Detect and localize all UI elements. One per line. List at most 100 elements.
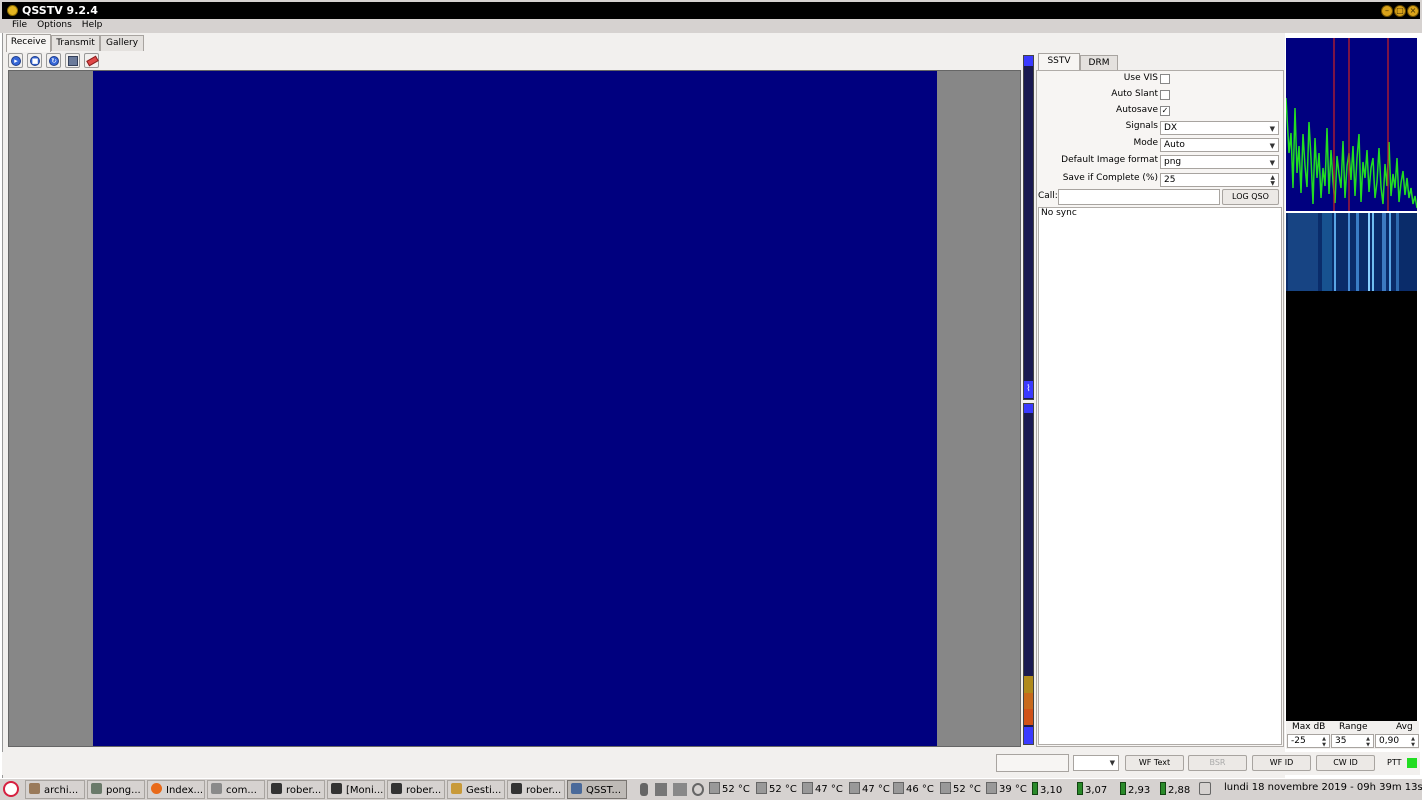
use-vis-checkbox[interactable] (1160, 74, 1170, 84)
menu-help[interactable]: Help (77, 19, 108, 31)
erase-button[interactable] (84, 53, 99, 68)
menu-file[interactable]: File (7, 19, 32, 31)
log-qso-button[interactable]: LOG QSO (1222, 189, 1279, 205)
cpu-load-icon (1032, 782, 1038, 795)
mode-select[interactable]: Auto ▼ (1160, 138, 1279, 152)
wf-id-button[interactable]: WF ID (1252, 755, 1311, 771)
spectrum-trace (1286, 97, 1417, 209)
cpu-load-icon (1120, 782, 1126, 795)
auto-slant-checkbox[interactable] (1160, 90, 1170, 100)
spin-arrows-icon[interactable]: ▲ ▼ (1270, 175, 1275, 187)
task-item[interactable]: com... (207, 780, 265, 799)
task-item[interactable]: pong... (87, 780, 145, 799)
waterfall-display[interactable] (1286, 213, 1417, 291)
close-icon[interactable]: × (1407, 5, 1419, 17)
sensor-value: 47 °C (815, 784, 843, 795)
spin-arrows-icon[interactable]: ▲ ▼ (1411, 736, 1415, 748)
maximize-icon[interactable]: □ (1394, 5, 1406, 17)
save-complete-value: 25 (1164, 175, 1176, 185)
save-icon (68, 56, 78, 66)
ptt-label: PTT (1387, 758, 1402, 767)
sensor-item: 39 °C (986, 782, 1027, 795)
task-item[interactable]: Gesti... (447, 780, 505, 799)
vu-bottom-cap (1024, 404, 1033, 413)
cpu-item: 3,07 (1077, 782, 1107, 796)
microphone-icon[interactable] (640, 783, 648, 796)
tab-sstv[interactable]: SSTV (1038, 53, 1080, 71)
mode-value: Auto (1164, 140, 1185, 150)
save-complete-spinbox[interactable]: 25 ▲ ▼ (1160, 173, 1279, 187)
stop-button[interactable]: ■ (27, 53, 42, 68)
start-menu-icon[interactable] (3, 781, 19, 797)
sstv-settings: Use VIS Auto Slant Autosave ✓ Signals DX… (1036, 70, 1284, 747)
range-spinbox[interactable]: 35 ▲ ▼ (1331, 734, 1374, 748)
spectrum-panel: Max dB Range Avg -25 ▲ ▼ 35 ▲ ▼ 0,90 ▲ ▼ (1285, 33, 1421, 778)
resync-button[interactable]: ↻ (46, 53, 61, 68)
save-button[interactable] (65, 53, 80, 68)
cpu-value: 2,93 (1128, 785, 1151, 796)
tab-receive[interactable]: Receive (6, 34, 51, 52)
signals-value: DX (1164, 123, 1178, 133)
avg-label: Avg (1396, 722, 1413, 732)
waterfall-streaks (1286, 213, 1417, 291)
task-item[interactable]: [Moni... (327, 780, 385, 799)
task-label: rober... (406, 785, 442, 796)
menu-options[interactable]: Options (32, 19, 77, 31)
tab-gallery[interactable]: Gallery (100, 35, 144, 51)
image-canvas[interactable] (8, 70, 1021, 747)
max-db-spinbox[interactable]: -25 ▲ ▼ (1287, 734, 1330, 748)
task-item[interactable]: archi... (25, 780, 85, 799)
speaker-icon[interactable] (655, 783, 667, 796)
avg-spinbox[interactable]: 0,90 ▲ ▼ (1375, 734, 1419, 748)
tab-drm[interactable]: DRM (1080, 55, 1118, 70)
taskbar: archi... pong... Index... com... rober..… (0, 778, 1422, 800)
thermometer-icon (986, 782, 997, 794)
thermometer-icon (893, 782, 904, 794)
terminal-icon (211, 783, 222, 794)
max-db-label: Max dB (1292, 722, 1326, 732)
call-input[interactable] (1058, 189, 1220, 205)
wf-text-select[interactable]: ▼ (1073, 755, 1119, 771)
sync-slider-handle[interactable]: ⌇ (1024, 381, 1033, 398)
task-item[interactable]: rober... (267, 780, 325, 799)
qsstv-icon (571, 783, 582, 794)
volume-slider-handle[interactable] (1024, 727, 1033, 744)
spectrum-plot[interactable] (1286, 38, 1417, 211)
vu-level-orange (1024, 693, 1033, 709)
folder-icon (29, 783, 40, 794)
minimize-icon[interactable]: – (1381, 5, 1393, 17)
task-label: Gesti... (466, 785, 502, 796)
settings-icon[interactable] (1199, 782, 1211, 795)
bsr-button[interactable]: BSR (1188, 755, 1247, 771)
task-item[interactable]: Index... (147, 780, 205, 799)
thermometer-icon (802, 782, 813, 794)
clock[interactable]: lundi 18 novembre 2019 - 09h 39m 13s (1224, 782, 1422, 793)
sensor-value: 52 °C (769, 784, 797, 795)
tab-transmit[interactable]: Transmit (51, 35, 100, 51)
signals-select[interactable]: DX ▼ (1160, 121, 1279, 135)
task-item-active[interactable]: QSST... (567, 780, 627, 799)
cw-id-button[interactable]: CW ID (1316, 755, 1375, 771)
autosave-checkbox[interactable]: ✓ (1160, 106, 1170, 116)
image-format-row: Default Image format png ▼ (1037, 155, 1283, 170)
task-item[interactable]: rober... (507, 780, 565, 799)
max-db-value: -25 (1291, 736, 1306, 746)
network-icon[interactable] (673, 783, 687, 796)
resync-icon: ↻ (49, 56, 59, 66)
image-format-select[interactable]: png ▼ (1160, 155, 1279, 169)
image-format-label: Default Image format (1061, 155, 1158, 165)
spin-arrows-icon[interactable]: ▲ ▼ (1322, 736, 1326, 748)
start-button[interactable]: ▸ (8, 53, 23, 68)
use-vis-row: Use VIS (1037, 73, 1283, 88)
spin-arrows-icon[interactable]: ▲ ▼ (1366, 736, 1370, 748)
wf-text-button[interactable]: WF Text (1125, 755, 1184, 771)
range-value: 35 (1335, 736, 1347, 746)
task-item[interactable]: rober... (387, 780, 445, 799)
task-label: com... (226, 785, 257, 796)
sensor-value: 46 °C (906, 784, 934, 795)
sensor-value: 39 °C (999, 784, 1027, 795)
magnifier-icon[interactable] (692, 783, 704, 796)
qsstv-window: QSSTV 9.2.4 – □ × File Options Help Receiv… (0, 0, 1422, 800)
thermometer-icon (756, 782, 767, 794)
sensor-value: 47 °C (862, 784, 890, 795)
